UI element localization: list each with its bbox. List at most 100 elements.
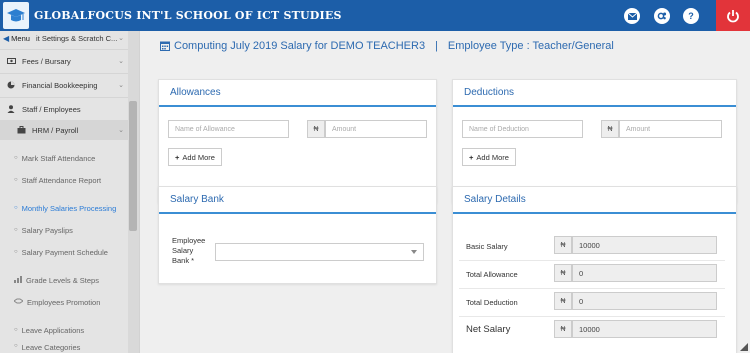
sidebar-subitem-mark-staff-attendance[interactable]: ○ Mark Staff Attendance bbox=[0, 149, 128, 167]
sidebar-subitem-leave-categories[interactable]: ○ Leave Categories bbox=[0, 343, 128, 353]
divider bbox=[459, 260, 725, 261]
label-line: Salary bbox=[172, 246, 194, 255]
sidebar: it Settings & Scratch C... ⌄ ◀ Menu Fees… bbox=[0, 31, 140, 353]
page-title: Computing July 2019 Salary for DEMO TEAC… bbox=[174, 40, 426, 52]
top-navbar: GLOBALFOCUS INT'L SCHOOL OF ICT STUDIES … bbox=[0, 0, 750, 31]
sidebar-subitem-staff-attendance-report[interactable]: ○ Staff Attendance Report bbox=[0, 171, 128, 189]
sidebar-item-financial-bookkeeping[interactable]: Financial Bookkeeping ⌄ bbox=[0, 75, 128, 95]
salary-bank-panel: Salary Bank Employee Salary Bank * bbox=[158, 186, 437, 284]
money-icon bbox=[6, 58, 16, 64]
currency-addon: ₦ bbox=[554, 236, 572, 254]
logout-button[interactable] bbox=[716, 0, 750, 31]
salary-bank-label: Employee Salary Bank * bbox=[172, 236, 205, 266]
chevron-down-icon bbox=[411, 250, 417, 254]
handshake-icon bbox=[13, 298, 24, 306]
chevron-down-icon: ⌄ bbox=[118, 58, 124, 65]
school-logo[interactable] bbox=[3, 2, 29, 29]
divider bbox=[0, 73, 128, 74]
resize-handle-icon[interactable] bbox=[740, 343, 748, 351]
briefcase-icon bbox=[16, 126, 26, 134]
user-icon bbox=[6, 105, 16, 113]
add-more-allowance-button[interactable]: + Add More bbox=[168, 148, 222, 166]
salary-bank-select[interactable] bbox=[215, 243, 424, 261]
sidebar-subitem-label: Monthly Salaries Processing bbox=[21, 203, 117, 213]
divider bbox=[459, 288, 725, 289]
settings-icon[interactable] bbox=[654, 8, 670, 24]
sidebar-item-label: Financial Bookkeeping bbox=[22, 80, 98, 90]
calendar-icon bbox=[160, 41, 170, 51]
chevron-down-icon: ⌄ bbox=[118, 127, 124, 134]
page-header: Computing July 2019 Salary for DEMO TEAC… bbox=[140, 31, 750, 61]
currency-addon: ₦ bbox=[554, 292, 572, 310]
sidebar-subitem-salary-payment-schedule[interactable]: ○ Salary Payment Schedule bbox=[0, 243, 128, 261]
circle-bullet-icon: ○ bbox=[14, 177, 18, 183]
sidebar-item-label: Fees / Bursary bbox=[22, 56, 71, 66]
bar-chart-icon bbox=[14, 275, 22, 285]
deductions-panel: Deductions Name of Deduction ₦ Amount + … bbox=[452, 79, 737, 203]
add-more-deduction-button[interactable]: + Add More bbox=[462, 148, 516, 166]
divider bbox=[459, 316, 725, 317]
net-salary-value: 10000 bbox=[572, 320, 717, 338]
pie-chart-icon bbox=[6, 81, 16, 89]
circle-bullet-icon: ○ bbox=[14, 249, 18, 255]
help-icon[interactable]: ? bbox=[683, 8, 699, 24]
sidebar-item-label: HRM / Payroll bbox=[32, 125, 79, 135]
circle-bullet-icon: ○ bbox=[14, 205, 18, 211]
graduation-cap-icon bbox=[7, 8, 25, 21]
main-content: Computing July 2019 Salary for DEMO TEAC… bbox=[140, 31, 750, 353]
circle-bullet-icon: ○ bbox=[14, 155, 18, 161]
circle-bullet-icon: ○ bbox=[14, 327, 18, 333]
chevron-down-icon: ⌄ bbox=[118, 35, 124, 42]
circle-bullet-icon: ○ bbox=[14, 343, 18, 349]
basic-salary-value: 10000 bbox=[572, 236, 717, 254]
currency-addon: ₦ bbox=[554, 320, 572, 338]
employee-type: Employee Type : Teacher/General bbox=[447, 40, 614, 52]
sidebar-subitem-label: Salary Payment Schedule bbox=[21, 247, 108, 257]
sidebar-subitem-label: Staff Attendance Report bbox=[21, 175, 102, 185]
sidebar-subitem-label: Mark Staff Attendance bbox=[21, 153, 96, 163]
sidebar-subitem-salary-payslips[interactable]: ○ Salary Payslips bbox=[0, 221, 128, 239]
sidebar-subitem-label: Salary Payslips bbox=[21, 225, 73, 235]
sidebar-subitem-monthly-salaries-processing[interactable]: ○ Monthly Salaries Processing bbox=[0, 199, 128, 217]
sidebar-subitem-label: Employees Promotion bbox=[27, 297, 101, 307]
total-deduction-label: Total Deduction bbox=[466, 298, 518, 307]
sidebar-item-staff-employees[interactable]: Staff / Employees bbox=[0, 99, 128, 119]
total-allowance-label: Total Allowance bbox=[466, 270, 518, 279]
add-more-label: Add More bbox=[476, 152, 509, 162]
basic-salary-label: Basic Salary bbox=[466, 242, 508, 251]
deductions-title: Deductions bbox=[453, 80, 736, 107]
allowances-panel: Allowances Name of Allowance ₦ Amount + … bbox=[158, 79, 437, 203]
plus-icon: + bbox=[175, 152, 180, 162]
divider bbox=[0, 49, 128, 50]
label-line: Employee bbox=[172, 236, 206, 245]
chevron-down-icon: ⌄ bbox=[118, 82, 124, 89]
currency-addon: ₦ bbox=[307, 120, 325, 138]
circle-bullet-icon: ○ bbox=[14, 227, 18, 233]
sidebar-scrollbar[interactable] bbox=[129, 101, 137, 231]
power-icon bbox=[727, 9, 739, 22]
allowance-name-input[interactable]: Name of Allowance bbox=[168, 120, 289, 138]
total-deduction-value: 0 bbox=[572, 292, 717, 310]
sidebar-subitem-label: Leave Categories bbox=[21, 343, 81, 352]
sidebar-subitem-employees-promotion[interactable]: Employees Promotion bbox=[0, 293, 128, 311]
sidebar-item-label: Staff / Employees bbox=[22, 104, 81, 114]
label-line: Bank * bbox=[172, 256, 195, 265]
sidebar-item-fees[interactable]: Fees / Bursary ⌄ bbox=[0, 51, 128, 71]
divider bbox=[0, 97, 128, 98]
plus-icon: + bbox=[469, 152, 474, 162]
allowance-amount-input[interactable]: Amount bbox=[325, 120, 427, 138]
deduction-name-input[interactable]: Name of Deduction bbox=[462, 120, 583, 138]
deduction-amount-input[interactable]: Amount bbox=[619, 120, 722, 138]
currency-addon: ₦ bbox=[554, 264, 572, 282]
sidebar-subitem-label: Grade Levels & Steps bbox=[26, 275, 99, 285]
total-allowance-value: 0 bbox=[572, 264, 717, 282]
sidebar-item-hrm-payroll[interactable]: HRM / Payroll ⌄ bbox=[0, 120, 128, 140]
sidebar-subitem-label: Leave Applications bbox=[21, 325, 85, 335]
sidebar-subitem-grade-levels[interactable]: Grade Levels & Steps bbox=[0, 271, 128, 289]
sidebar-item-label: it Settings & Scratch C... bbox=[36, 33, 118, 43]
menu-toggle-button[interactable]: ◀ Menu bbox=[0, 31, 30, 45]
menu-toggle-label: Menu bbox=[11, 33, 30, 43]
salary-details-title: Salary Details bbox=[453, 187, 736, 214]
envelope-icon[interactable] bbox=[624, 8, 640, 24]
sidebar-subitem-leave-applications[interactable]: ○ Leave Applications bbox=[0, 321, 128, 339]
